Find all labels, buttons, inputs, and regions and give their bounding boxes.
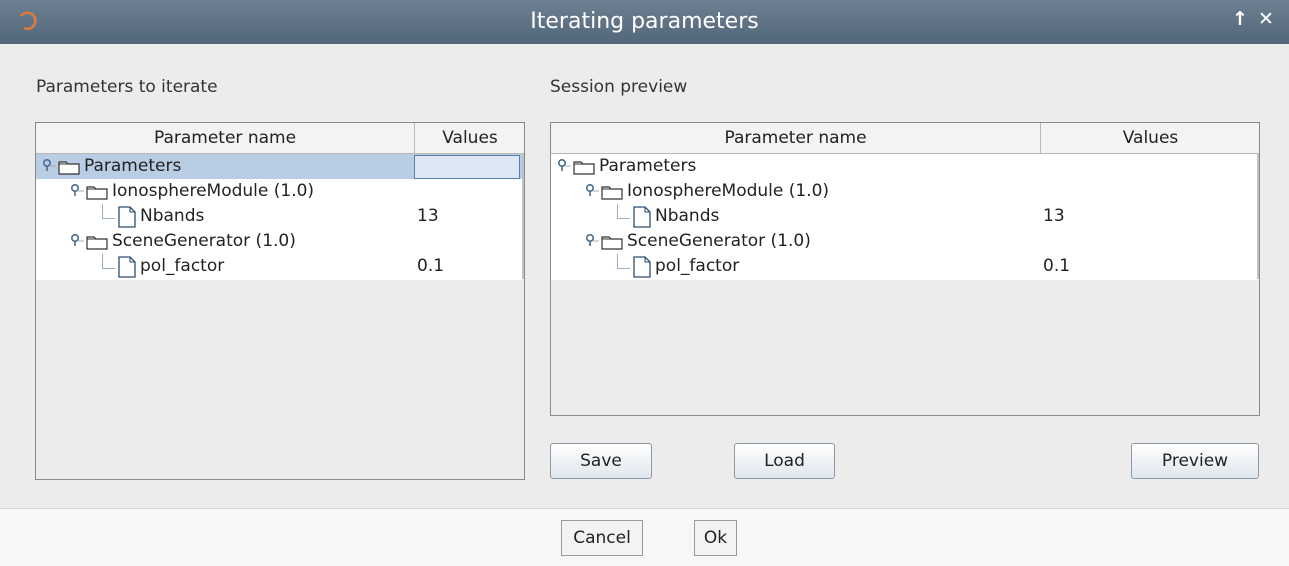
folder-icon (601, 179, 623, 204)
tree-connector (617, 254, 630, 269)
dialog-footer (0, 508, 1289, 566)
tree-connector (102, 254, 115, 269)
window-title: Iterating parameters (530, 9, 759, 34)
cancel-button[interactable]: Cancel (561, 520, 643, 556)
folder-icon (86, 179, 108, 204)
tree-row[interactable]: SceneGenerator (1.0) (551, 229, 1259, 254)
tree-row-label: Nbands (655, 206, 720, 226)
session-preview-label: Session preview (550, 77, 688, 97)
tree-row[interactable]: Nbands 13 (36, 204, 524, 229)
folder-icon (86, 229, 108, 254)
tree-row-value[interactable]: 0.1 (1043, 254, 1070, 279)
save-button[interactable]: Save (550, 443, 652, 479)
tree-row[interactable]: Parameters (551, 154, 1259, 179)
tree-row-label: IonosphereModule (1.0) (112, 181, 315, 201)
load-button[interactable]: Load (734, 443, 835, 479)
tree-row-value[interactable]: 13 (417, 204, 439, 229)
preview-button[interactable]: Preview (1131, 443, 1259, 479)
file-icon (118, 204, 136, 229)
table-header: Parameter name Values (36, 123, 524, 154)
scroll-track (1257, 154, 1259, 279)
tree-row-label: Parameters (84, 156, 182, 176)
tree-row-label: IonosphereModule (1.0) (627, 181, 830, 201)
tree-row-label: Nbands (140, 206, 205, 226)
column-header-values[interactable]: Values (1040, 123, 1260, 153)
file-icon (633, 254, 651, 279)
empty-area (36, 280, 524, 479)
tree-row-label: pol_factor (140, 256, 225, 276)
file-icon (118, 254, 136, 279)
title-bar: Iterating parameters ↑ ✕ (0, 0, 1289, 44)
tree-row-label: SceneGenerator (1.0) (627, 231, 811, 251)
column-header-parameter-name[interactable]: Parameter name (36, 123, 414, 153)
tree-row[interactable]: pol_factor 0.1 (36, 254, 524, 279)
scroll-track (522, 154, 524, 279)
column-header-values[interactable]: Values (414, 123, 525, 153)
pin-icon[interactable]: ↑ (1232, 8, 1248, 30)
ok-button[interactable]: Ok (694, 520, 737, 556)
folder-icon (573, 154, 595, 179)
tree-row-label: Parameters (599, 156, 697, 176)
close-icon[interactable]: ✕ (1258, 8, 1274, 30)
tree-row-label: pol_factor (655, 256, 740, 276)
parameters-to-iterate-label: Parameters to iterate (36, 77, 218, 97)
folder-icon (601, 229, 623, 254)
tree-row[interactable]: Parameters (36, 154, 524, 179)
tree-row[interactable]: pol_factor 0.1 (551, 254, 1259, 279)
tree-row-value[interactable]: 0.1 (417, 254, 444, 279)
folder-icon (58, 154, 80, 179)
tree-row[interactable]: IonosphereModule (1.0) (36, 179, 524, 204)
tree-rows: Parameters IonosphereModule (1.0) Nbands 13… (36, 154, 524, 279)
tree-row-label: SceneGenerator (1.0) (112, 231, 296, 251)
tree-row[interactable]: Nbands 13 (551, 204, 1259, 229)
parameters-to-iterate-table[interactable]: Parameter name Values Parameters Ionosphe… (35, 122, 525, 480)
tree-connector (617, 204, 630, 219)
tree-connector (102, 204, 115, 219)
value-cell-editor[interactable] (414, 155, 520, 179)
empty-area (551, 280, 1259, 415)
tree-rows: Parameters IonosphereModule (1.0) Nbands 13… (551, 154, 1259, 279)
session-preview-table[interactable]: Parameter name Values Parameters Ionosphe… (550, 122, 1260, 416)
tree-row[interactable]: SceneGenerator (1.0) (36, 229, 524, 254)
file-icon (633, 204, 651, 229)
tree-row-value[interactable]: 13 (1043, 204, 1065, 229)
table-header: Parameter name Values (551, 123, 1259, 154)
column-header-parameter-name[interactable]: Parameter name (551, 123, 1040, 153)
tree-row[interactable]: IonosphereModule (1.0) (551, 179, 1259, 204)
